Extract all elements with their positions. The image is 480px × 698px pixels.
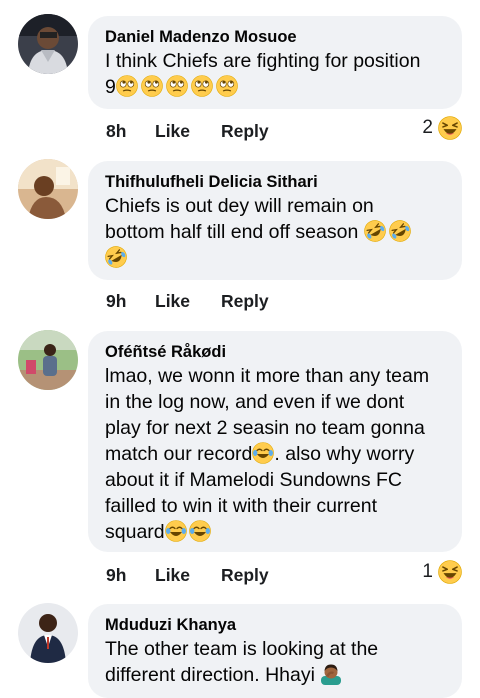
comment-text: lmao, we wonn it more than any team in t… — [105, 363, 446, 545]
avatar[interactable] — [18, 159, 78, 219]
rolling-eyes-icon — [215, 75, 238, 97]
reply-button[interactable]: Reply — [221, 121, 269, 142]
comment-author[interactable]: Thifhulufheli Delicia Sithari — [105, 171, 446, 193]
rolling-on-floor-laughing-icon — [105, 246, 127, 268]
reply-button[interactable]: Reply — [221, 291, 269, 312]
comment-actions: 9h Like Reply — [106, 562, 269, 588]
rolling-eyes-icon — [165, 75, 188, 97]
comment-text-line: The other team is looking at the — [105, 638, 379, 660]
comment-text-line: Chiefs is out dey will remain on — [105, 195, 374, 217]
comment-text-line: in the log now, and even if we dont — [105, 391, 405, 413]
reaction-count: 1 — [422, 561, 433, 582]
comment-text-line: different direction. Hhayi — [105, 662, 446, 688]
comment-time[interactable]: 9h — [106, 291, 155, 312]
comment-text-line: squard — [105, 519, 446, 545]
comment-text-line — [105, 245, 446, 271]
laughing-icon — [438, 560, 462, 584]
comment-actions: 9h Like Reply — [106, 288, 269, 314]
avatar[interactable] — [18, 330, 78, 390]
comment-author[interactable]: Oféñtsé Råkødi — [105, 341, 446, 363]
tears-of-joy-icon — [164, 520, 187, 542]
comment-text-line: failled to win it with their current — [105, 495, 378, 517]
comment-text: I think Chiefs are fighting for position… — [105, 48, 446, 100]
tears-of-joy-icon — [188, 520, 211, 542]
comment-time[interactable]: 9h — [106, 565, 155, 586]
tears-of-joy-icon — [252, 442, 275, 464]
comment-text-fragment: match our record — [105, 443, 253, 465]
comment-text-line: match our record . also why worry — [105, 441, 446, 467]
comment-bubble: Daniel Madenzo Mosuoe I think Chiefs are… — [88, 16, 462, 109]
like-button[interactable]: Like — [155, 565, 221, 586]
facepalm-icon — [321, 664, 342, 685]
comment-actions: 8h Like Reply — [106, 118, 269, 144]
rolling-eyes-icon — [115, 75, 138, 97]
comment-text-fragment: squard — [105, 521, 165, 543]
comment-text-line: 9 — [105, 74, 446, 100]
like-button[interactable]: Like — [155, 121, 221, 142]
comment-text: The other team is looking at the differe… — [105, 636, 446, 688]
reaction-summary[interactable]: 2 — [422, 116, 462, 140]
comment-text: Chiefs is out dey will remain on bottom … — [105, 193, 446, 271]
comment-text-fragment: . also why worry — [274, 443, 415, 465]
comment-bubble: Thifhulufheli Delicia Sithari Chiefs is … — [88, 161, 462, 280]
rolling-eyes-icon — [140, 75, 163, 97]
comment-text-fragment: 9 — [105, 76, 116, 98]
laughing-icon — [438, 116, 462, 140]
reply-button[interactable]: Reply — [221, 565, 269, 586]
comment-author[interactable]: Mduduzi Khanya — [105, 614, 446, 636]
rolling-on-floor-laughing-icon — [388, 220, 411, 242]
avatar[interactable] — [18, 603, 78, 663]
comment-bubble: Mduduzi Khanya The other team is looking… — [88, 604, 462, 698]
reaction-count: 2 — [422, 117, 433, 138]
rolling-on-floor-laughing-icon — [363, 220, 386, 242]
comment-text-line: play for next 2 seasin no team gonna — [105, 417, 425, 439]
like-button[interactable]: Like — [155, 291, 221, 312]
rolling-eyes-icon — [190, 75, 213, 97]
comment-text-fragment: bottom half till end off season — [105, 221, 359, 243]
avatar[interactable] — [18, 14, 78, 74]
comment-time[interactable]: 8h — [106, 121, 155, 142]
reaction-summary[interactable]: 1 — [422, 560, 462, 584]
comment-text-line: lmao, we wonn it more than any team — [105, 365, 430, 387]
comment-text-line: I think Chiefs are fighting for position — [105, 50, 421, 72]
comment-text-fragment: different direction. Hhayi — [105, 664, 315, 686]
comment-text-line: about it if Mamelodi Sundowns FC — [105, 469, 402, 491]
comment-bubble: Oféñtsé Råkødi lmao, we wonn it more tha… — [88, 331, 462, 552]
comment-text-line: bottom half till end off season — [105, 219, 446, 245]
comment-author[interactable]: Daniel Madenzo Mosuoe — [105, 26, 446, 48]
